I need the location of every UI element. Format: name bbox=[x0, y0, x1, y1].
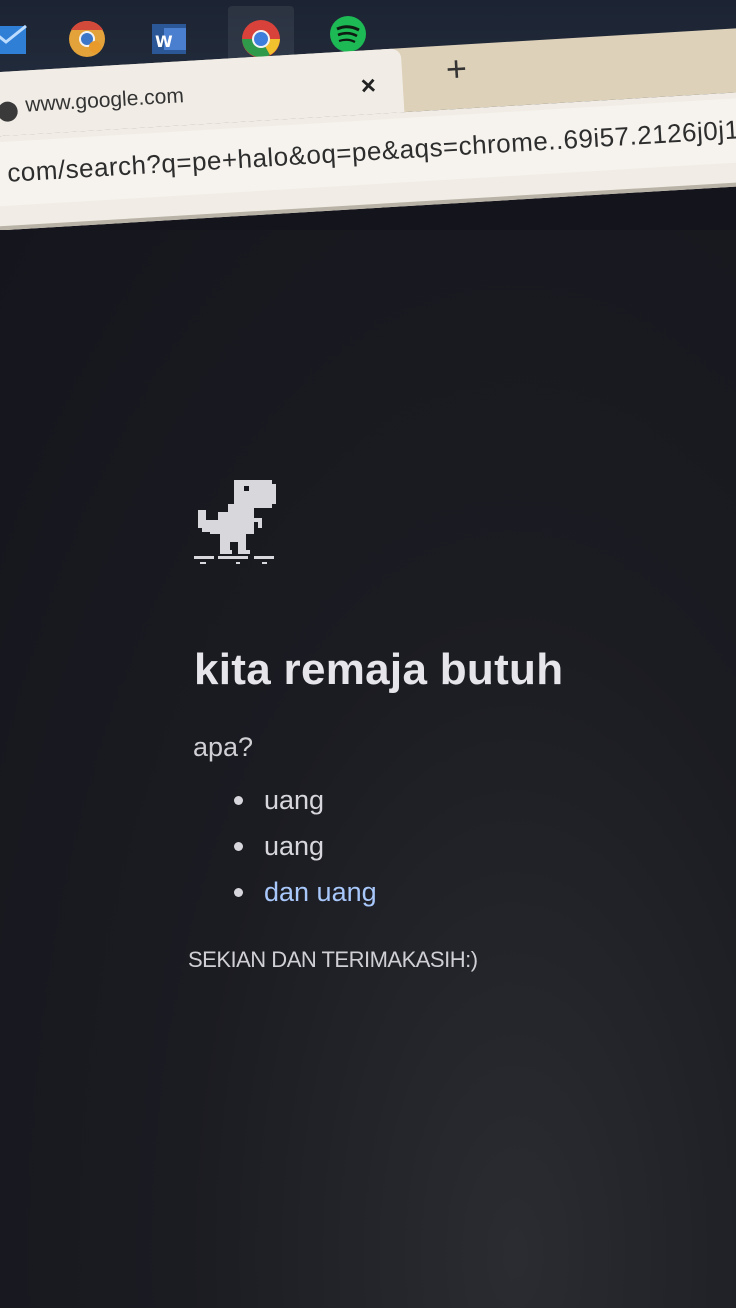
favicon-icon bbox=[0, 101, 19, 123]
new-tab-button[interactable]: + bbox=[445, 47, 468, 89]
list-item: uang bbox=[230, 778, 377, 824]
page-subheading: apa? bbox=[193, 732, 254, 762]
suggestion-list: uang uang dan uang bbox=[230, 778, 377, 916]
list-item: uang bbox=[230, 824, 377, 870]
list-item-link[interactable]: dan uang bbox=[230, 870, 377, 916]
tab-title: www.google.com bbox=[24, 84, 185, 117]
page-footer-text: SEKIAN DAN TERIMAKASIH:) bbox=[188, 947, 478, 972]
dinosaur-icon bbox=[194, 480, 276, 564]
page-content: kita remaja butuh apa? uang uang dan uan… bbox=[0, 230, 736, 1308]
page-title: kita remaja butuh bbox=[194, 645, 564, 694]
close-tab-icon[interactable]: × bbox=[360, 70, 377, 102]
